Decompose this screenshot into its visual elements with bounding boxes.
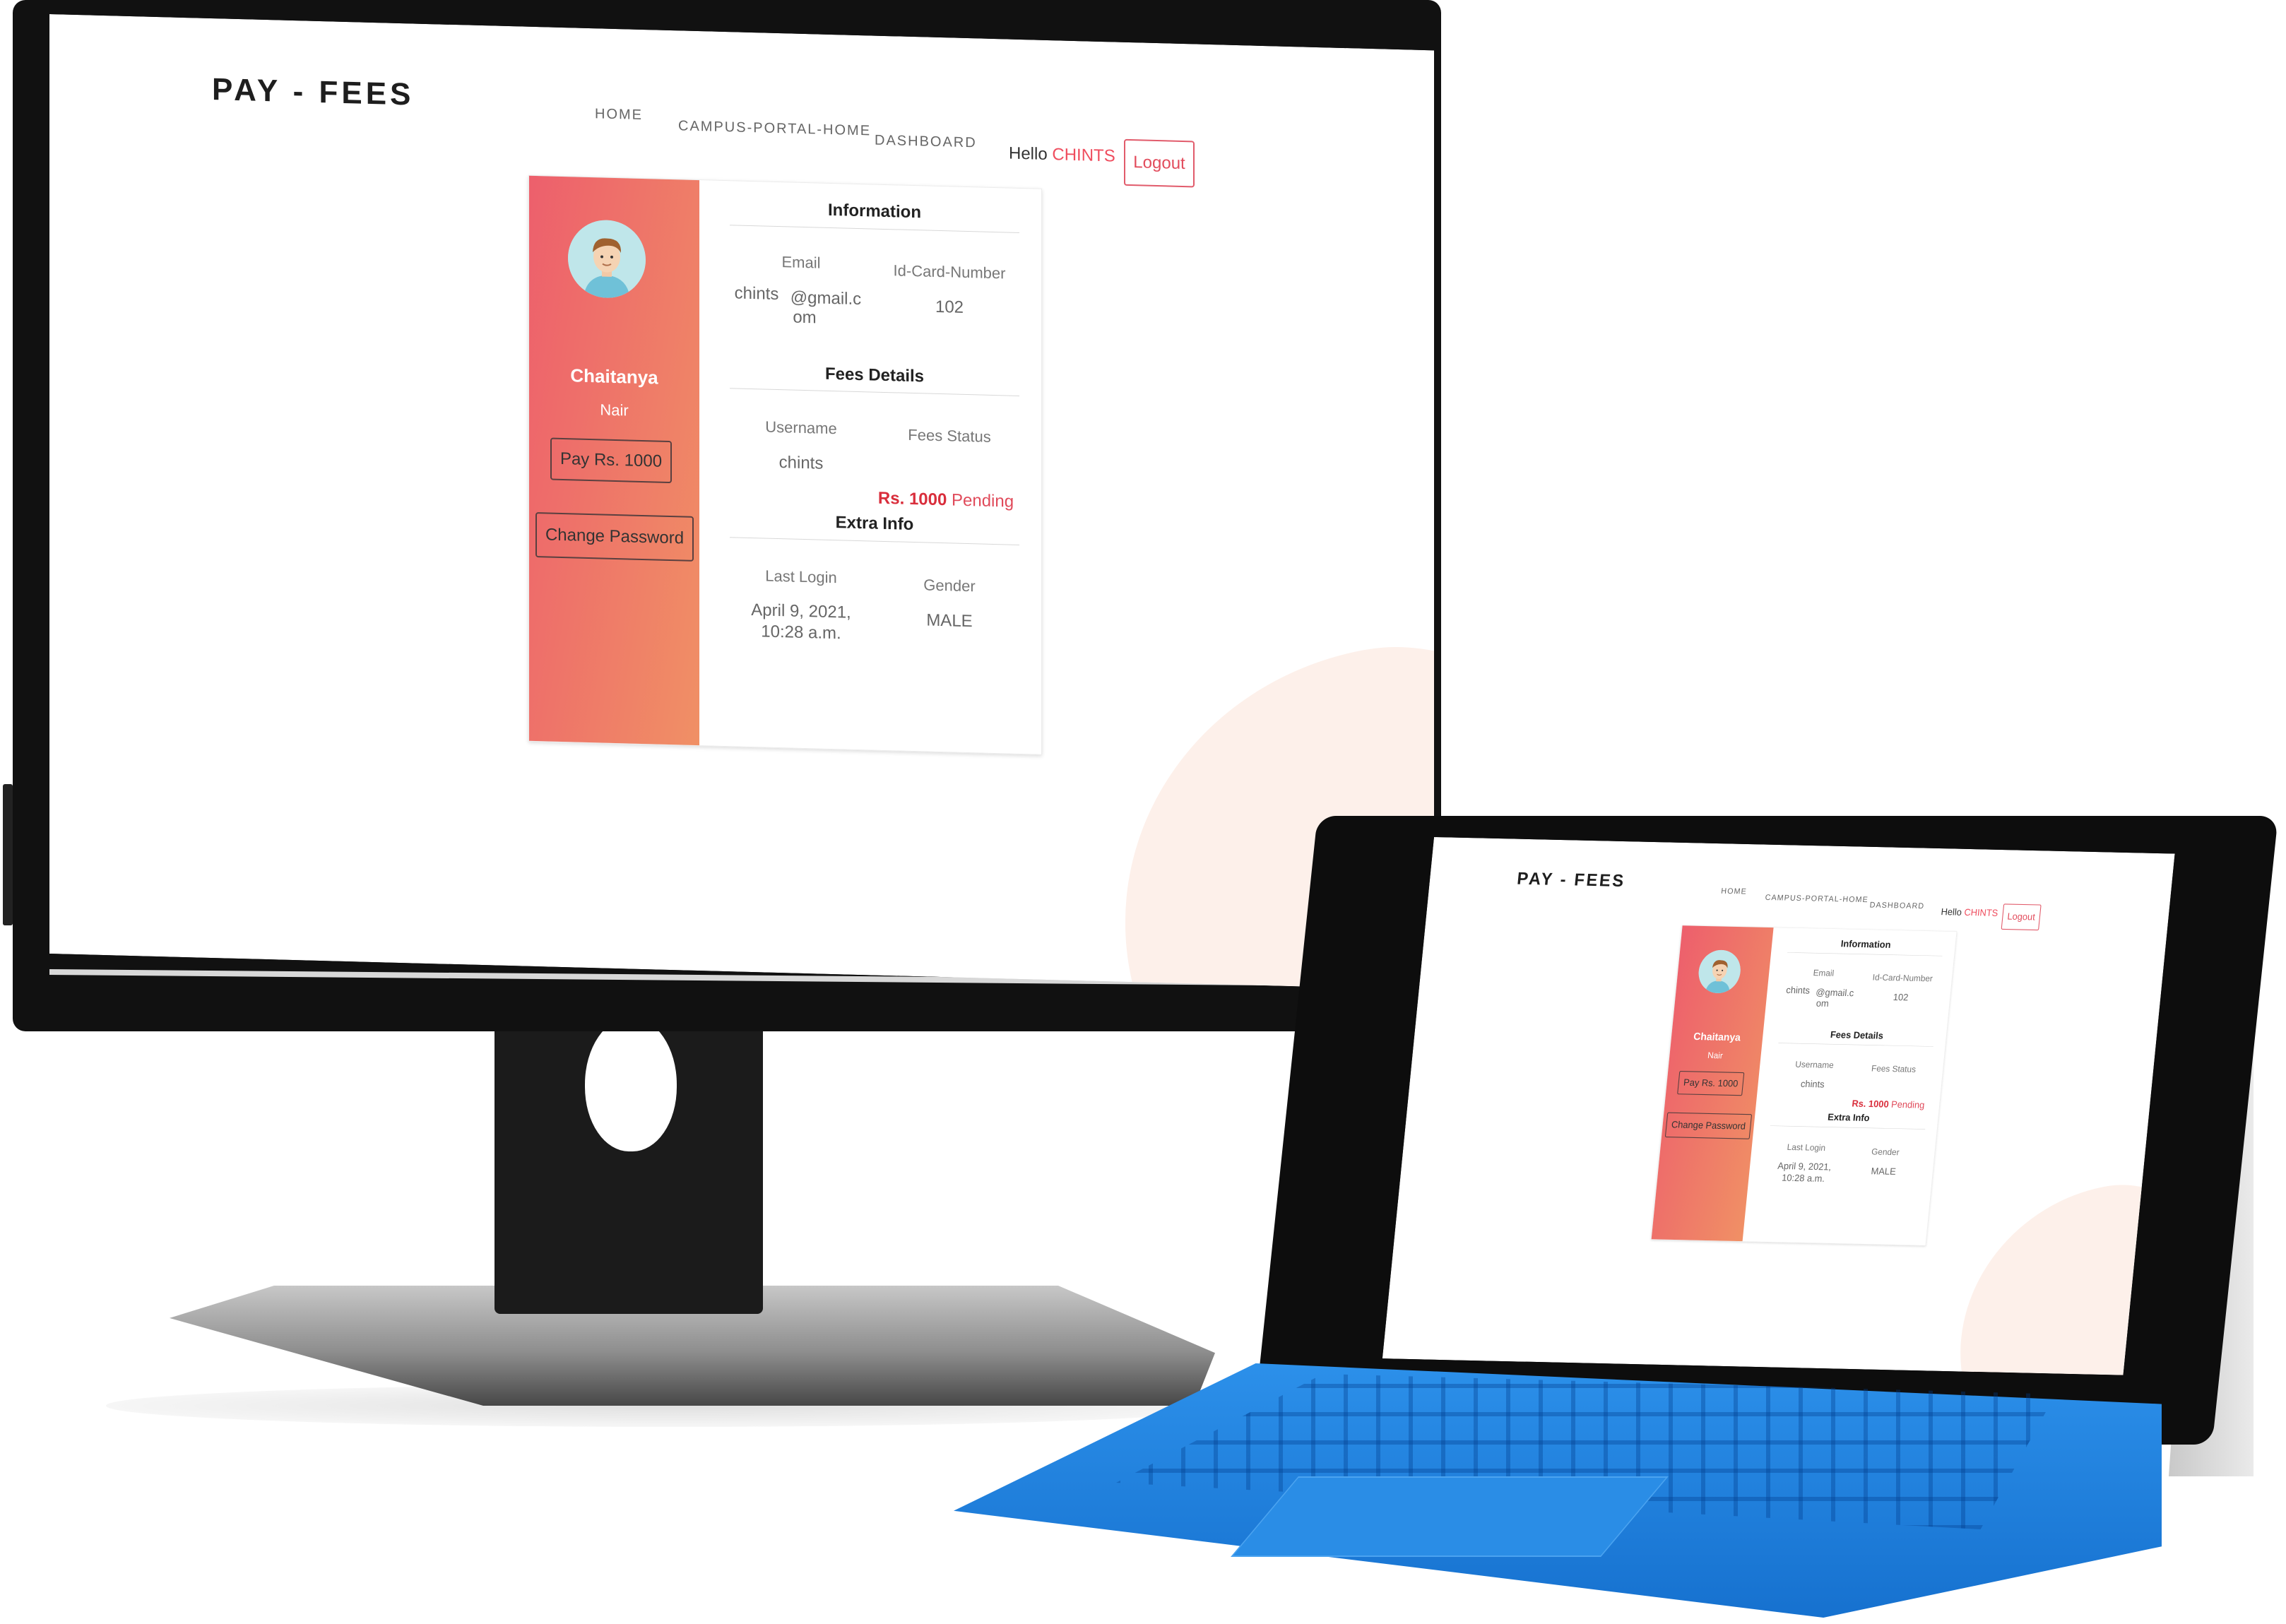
greeting: Hello CHINTS (1009, 144, 1115, 167)
greeting: Hello CHINTS (1941, 906, 1998, 918)
profile-sidebar: Chaitanya Nair Pay Rs. 1000 Change Passw… (529, 175, 699, 746)
fees-details-divider (730, 388, 1019, 396)
last-login-label: Last Login (765, 567, 837, 587)
monitor-stand-cable-hole (585, 1017, 677, 1151)
fees-status-value: Rs. 1000 Pending (868, 488, 1024, 512)
change-password-button[interactable]: Change Password (1664, 1112, 1753, 1139)
username-value: chints (778, 453, 824, 473)
id-card-label: Id-Card-Number (1872, 972, 1933, 984)
information-title: Information (828, 200, 921, 223)
nav-dashboard[interactable]: DASHBOARD (875, 133, 977, 152)
email-value-domain-end: om (1816, 997, 1830, 1009)
information-title: Information (1840, 938, 1892, 951)
monitor-screen: PAY - FEES HOME CAMPUS-PORTAL-HOME DASHB… (49, 14, 1434, 990)
user-avatar-icon (568, 219, 646, 300)
email-label: Email (781, 253, 821, 272)
id-card-label: Id-Card-Number (893, 261, 1006, 283)
extra-info-title: Extra Info (835, 513, 914, 535)
nav-campus-portal-home[interactable]: CAMPUS-PORTAL-HOME (1765, 894, 1869, 905)
fees-details-divider (1778, 1043, 1933, 1047)
last-login-time: 10:28 a.m. (761, 622, 841, 644)
pay-fees-button[interactable]: Pay Rs. 1000 (550, 437, 672, 484)
information-divider (1787, 952, 1943, 956)
id-card-value: 102 (935, 297, 964, 317)
profile-first-name: Chaitanya (1693, 1030, 1741, 1043)
pay-fees-app: PAY - FEES HOME CAMPUS-PORTAL-HOME DASHB… (49, 14, 1434, 990)
fees-status-label: Fees Status (908, 425, 991, 446)
profile-sidebar: Chaitanya Nair Pay Rs. 1000 Change Passw… (1651, 925, 1774, 1242)
brand-logo[interactable]: PAY - FEES (212, 72, 414, 112)
fees-details-title: Fees Details (824, 364, 925, 386)
brand-logo[interactable]: PAY - FEES (1516, 869, 1626, 891)
logout-button[interactable]: Logout (2001, 903, 2042, 931)
email-label: Email (1813, 968, 1835, 978)
username-label: Username (765, 417, 837, 438)
keyboard-trackpad (1231, 1476, 1669, 1557)
user-avatar-icon (1696, 949, 1743, 994)
fees-status-value: Rs. 1000 Pending (1846, 1098, 1930, 1111)
nav-campus-portal-home[interactable]: CAMPUS-PORTAL-HOME (678, 118, 871, 139)
email-value-user: chints (734, 283, 779, 304)
monitor-side-button (3, 834, 13, 925)
gender-value: MALE (1870, 1166, 1897, 1178)
nav-dashboard[interactable]: DASHBOARD (1869, 901, 1925, 911)
extra-info-title: Extra Info (1827, 1112, 1871, 1124)
greeting-prefix: Hello (1940, 906, 1962, 918)
last-login-label: Last Login (1787, 1142, 1826, 1153)
username-label: Username (1794, 1059, 1835, 1070)
nav-home[interactable]: HOME (595, 106, 643, 124)
greeting-username: CHINTS (1963, 907, 1999, 919)
profile-first-name: Chaitanya (570, 364, 658, 389)
tablet-screen: PAY - FEES HOME CAMPUS-PORTAL-HOME DASHB… (1382, 837, 2175, 1375)
fees-details-title: Fees Details (1830, 1029, 1884, 1042)
profile-card: Chaitanya Nair Pay Rs. 1000 Change Passw… (528, 174, 1042, 755)
gender-label: Gender (923, 576, 976, 595)
email-value-domain-end: om (793, 307, 817, 328)
fees-status-text: Pending (952, 490, 1014, 511)
profile-last-name: Nair (600, 401, 629, 420)
extra-info-divider (1770, 1125, 1926, 1130)
fees-status-amount: Rs. 1000 (877, 488, 947, 510)
last-login-date: April 9, 2021, (751, 600, 851, 622)
fees-status-label: Fees Status (1871, 1063, 1917, 1074)
gender-value: MALE (926, 610, 973, 632)
username-value: chints (1800, 1079, 1825, 1090)
pay-fees-button[interactable]: Pay Rs. 1000 (1677, 1070, 1745, 1096)
fees-status-amount: Rs. 1000 (1851, 1098, 1890, 1110)
gender-label: Gender (1871, 1146, 1900, 1158)
profile-last-name: Nair (1707, 1050, 1724, 1061)
change-password-button[interactable]: Change Password (535, 512, 694, 562)
id-card-value: 102 (1893, 992, 1909, 1003)
information-divider (730, 225, 1019, 233)
last-login-time: 10:28 a.m. (1781, 1172, 1825, 1185)
extra-info-divider (730, 537, 1019, 545)
greeting-username: CHINTS (1052, 145, 1115, 166)
pay-fees-app-tablet: PAY - FEES HOME CAMPUS-PORTAL-HOME DASHB… (1382, 837, 2175, 1375)
greeting-prefix: Hello (1009, 143, 1048, 164)
logout-button[interactable]: Logout (1124, 138, 1195, 188)
nav-home[interactable]: HOME (1721, 887, 1748, 896)
profile-card: Chaitanya Nair Pay Rs. 1000 Change Passw… (1651, 925, 1958, 1246)
email-value-user: chints (1785, 985, 1811, 996)
fees-status-text: Pending (1890, 1099, 1926, 1111)
